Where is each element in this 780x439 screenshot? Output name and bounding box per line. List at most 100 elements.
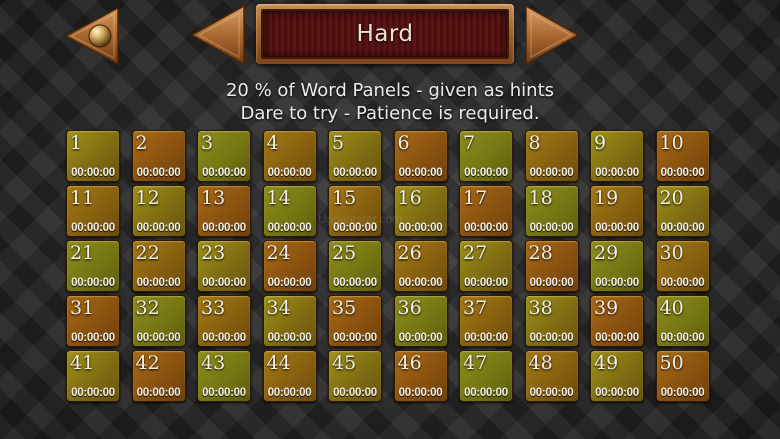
level-time: 00:00:00 — [267, 167, 312, 179]
level-tile[interactable]: 32 00:00:00 — [131, 295, 186, 347]
level-time: 00:00:00 — [267, 277, 312, 289]
plaque-panel: Hard — [261, 9, 509, 59]
level-time: 00:00:00 — [595, 167, 639, 179]
level-time: 00:00:00 — [267, 332, 312, 344]
level-time: 00:00:00 — [660, 167, 705, 179]
level-tile[interactable]: 37 00:00:00 — [459, 295, 513, 347]
level-number: 38 — [528, 297, 553, 319]
level-tile[interactable]: 10 00:00:00 — [655, 130, 710, 182]
level-tile[interactable]: 7 00:00:00 — [459, 130, 513, 182]
level-tile[interactable]: 30 00:00:00 — [655, 240, 710, 292]
level-time: 00:00:00 — [595, 277, 639, 289]
level-time: 00:00:00 — [202, 167, 246, 179]
level-tile[interactable]: 23 00:00:00 — [197, 240, 251, 292]
level-tile[interactable]: 49 00:00:00 — [590, 350, 644, 402]
level-tile[interactable]: 39 00:00:00 — [590, 295, 644, 347]
level-number: 27 — [463, 242, 488, 264]
level-number: 39 — [594, 297, 619, 319]
difficulty-title: Hard — [356, 21, 414, 47]
level-number: 43 — [201, 352, 226, 374]
level-time: 00:00:00 — [398, 332, 443, 344]
level-tile[interactable]: 5 00:00:00 — [328, 130, 382, 182]
level-tile[interactable]: 8 00:00:00 — [524, 130, 579, 182]
level-tile[interactable]: 17 00:00:00 — [459, 185, 513, 237]
level-number: 50 — [659, 352, 684, 374]
level-tile[interactable]: 50 00:00:00 — [655, 350, 710, 402]
level-tile[interactable]: 44 00:00:00 — [262, 350, 317, 402]
level-tile[interactable]: 12 00:00:00 — [131, 185, 186, 237]
level-tile[interactable]: 1 00:00:00 — [66, 130, 120, 182]
difficulty-description-line1: 20 % of Word Panels - given as hints — [225, 80, 555, 101]
level-time: 00:00:00 — [333, 332, 377, 344]
level-tile[interactable]: 45 00:00:00 — [328, 350, 382, 402]
level-time: 00:00:00 — [660, 277, 705, 289]
level-tile[interactable]: 20 00:00:00 — [655, 185, 710, 237]
level-number: 45 — [332, 352, 357, 374]
watermark-text: Updatestar.com — [318, 212, 403, 226]
level-tile[interactable]: 42 00:00:00 — [131, 350, 186, 402]
level-time: 00:00:00 — [398, 222, 443, 234]
level-time: 00:00:00 — [136, 387, 181, 399]
level-time: 00:00:00 — [660, 222, 705, 234]
level-time: 00:00:00 — [71, 222, 115, 234]
level-number: 7 — [463, 132, 476, 154]
level-tile[interactable]: 9 00:00:00 — [590, 130, 644, 182]
next-difficulty-button[interactable] — [524, 4, 580, 66]
level-tile[interactable]: 26 00:00:00 — [393, 240, 448, 292]
level-time: 00:00:00 — [333, 277, 377, 289]
level-tile[interactable]: 41 00:00:00 — [66, 350, 120, 402]
level-number: 41 — [70, 352, 95, 374]
level-tile[interactable]: 21 00:00:00 — [66, 240, 120, 292]
level-number: 49 — [594, 352, 619, 374]
level-tile[interactable]: 4 00:00:00 — [262, 130, 317, 182]
level-number: 26 — [397, 242, 422, 264]
level-tile[interactable]: 34 00:00:00 — [262, 295, 317, 347]
level-tile[interactable]: 28 00:00:00 — [524, 240, 579, 292]
level-tile[interactable]: 14 00:00:00 — [262, 185, 317, 237]
level-tile[interactable]: 6 00:00:00 — [393, 130, 448, 182]
level-tile[interactable]: 13 00:00:00 — [197, 185, 251, 237]
level-tile[interactable]: 38 00:00:00 — [524, 295, 579, 347]
level-time: 00:00:00 — [71, 277, 115, 289]
level-tile[interactable]: 35 00:00:00 — [328, 295, 382, 347]
level-tile[interactable]: 27 00:00:00 — [459, 240, 513, 292]
previous-difficulty-button[interactable] — [190, 4, 246, 66]
level-tile[interactable]: 11 00:00:00 — [66, 185, 120, 237]
level-tile[interactable]: 3 00:00:00 — [197, 130, 251, 182]
level-tile[interactable]: 19 00:00:00 — [590, 185, 644, 237]
level-tile[interactable]: 46 00:00:00 — [393, 350, 448, 402]
level-time: 00:00:00 — [398, 167, 443, 179]
level-number: 31 — [70, 297, 95, 319]
level-number: 18 — [528, 187, 553, 209]
level-tile[interactable]: 22 00:00:00 — [131, 240, 186, 292]
level-time: 00:00:00 — [202, 222, 246, 234]
level-tile[interactable]: 24 00:00:00 — [262, 240, 317, 292]
level-tile[interactable]: 29 00:00:00 — [590, 240, 644, 292]
level-tile[interactable]: 48 00:00:00 — [524, 350, 579, 402]
level-tile[interactable]: 18 00:00:00 — [524, 185, 579, 237]
level-time: 00:00:00 — [464, 222, 508, 234]
level-number: 3 — [201, 132, 214, 154]
level-tile[interactable]: 36 00:00:00 — [393, 295, 448, 347]
level-time: 00:00:00 — [595, 332, 639, 344]
level-tile[interactable]: 43 00:00:00 — [197, 350, 251, 402]
level-number: 11 — [70, 187, 95, 209]
level-grid: 1 00:00:00 2 00:00:00 3 00:00:00 4 00:00:00 5 00:… — [66, 130, 710, 402]
level-number: 37 — [463, 297, 488, 319]
back-button[interactable] — [64, 6, 120, 66]
level-tile[interactable]: 16 00:00:00 — [393, 185, 448, 237]
level-number: 36 — [397, 297, 422, 319]
level-number: 24 — [266, 242, 291, 264]
level-tile[interactable]: 47 00:00:00 — [459, 350, 513, 402]
level-number: 16 — [397, 187, 422, 209]
level-tile[interactable]: 15 00:00:00 — [328, 185, 382, 237]
level-time: 00:00:00 — [529, 277, 574, 289]
level-tile[interactable]: 33 00:00:00 — [197, 295, 251, 347]
level-number: 47 — [463, 352, 488, 374]
level-number: 29 — [594, 242, 619, 264]
level-tile[interactable]: 2 00:00:00 — [131, 130, 186, 182]
level-tile[interactable]: 25 00:00:00 — [328, 240, 382, 292]
level-time: 00:00:00 — [136, 167, 181, 179]
level-tile[interactable]: 40 00:00:00 — [655, 295, 710, 347]
level-tile[interactable]: 31 00:00:00 — [66, 295, 120, 347]
